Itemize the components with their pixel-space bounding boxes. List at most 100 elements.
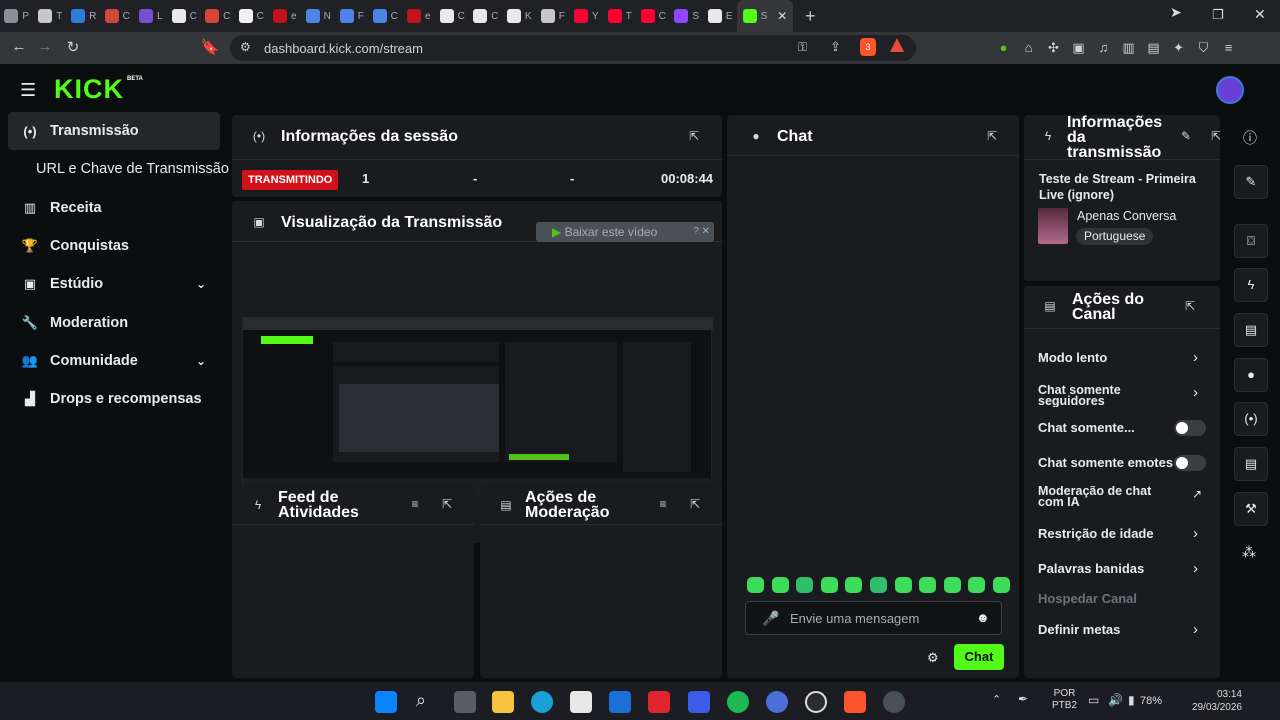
toggle-switch[interactable] [1174, 420, 1206, 436]
clock[interactable]: 03:14 29/03/2026 [1184, 688, 1242, 714]
address-bar[interactable]: ⚙ dashboard.kick.com/stream ⚿ ⇪ 3 [230, 35, 916, 61]
browser-tab[interactable]: C [235, 0, 269, 32]
chat-settings-icon[interactable]: ⚙ [927, 650, 939, 666]
rail-edit-button[interactable]: ✎ [1234, 165, 1268, 199]
emote-icon[interactable] [919, 577, 937, 593]
channel-action-label[interactable]: Chat somente seguidores [1038, 385, 1178, 407]
browser-tab[interactable]: e [402, 0, 436, 32]
chevron-right-icon[interactable]: › [1193, 622, 1203, 637]
extension-home-icon[interactable]: ⌂ [1021, 40, 1036, 55]
edit-pencil-icon[interactable]: ✎ [1178, 128, 1194, 144]
task-view-icon[interactable] [454, 691, 476, 713]
rail-activity-button[interactable]: ϟ [1234, 268, 1268, 302]
sidebar-item[interactable]: ▥ Receita [0, 189, 228, 227]
browser-tab[interactable]: C [369, 0, 403, 32]
filter-icon[interactable]: ≡ [655, 496, 671, 512]
info-icon[interactable]: ⓘ [1243, 128, 1257, 148]
file-explorer-icon[interactable] [492, 691, 514, 713]
share-icon[interactable]: ⇪ [830, 39, 841, 55]
chevron-right-icon[interactable]: › [1193, 561, 1203, 576]
extensions-puzzle-icon[interactable]: ✣ [1046, 40, 1061, 55]
browser-tab[interactable]: Y [570, 0, 604, 32]
menu-icon[interactable]: ≡ [1221, 40, 1236, 55]
browser-tab[interactable]: P [0, 0, 34, 32]
close-window-icon[interactable]: ✕ [1254, 6, 1266, 23]
chevron-down-icon[interactable]: ⌄ [196, 354, 206, 368]
browser-tab[interactable]: e [268, 0, 302, 32]
rail-clip-button[interactable]: ⌼ [1234, 224, 1268, 258]
settings-icon[interactable] [883, 691, 905, 713]
sidebar-item[interactable]: 🏆 Conquistas [0, 227, 228, 265]
rail-tools-button[interactable]: ⚒ [1234, 492, 1268, 526]
chevron-right-icon[interactable]: › [1193, 350, 1203, 365]
chevron-down-icon[interactable]: ⌄ [196, 277, 206, 291]
emote-icon[interactable] [869, 577, 887, 593]
send-chat-button[interactable]: Chat [954, 644, 1004, 670]
app-red-icon[interactable] [648, 691, 670, 713]
brave-icon[interactable] [844, 691, 866, 713]
bookmark-icon[interactable]: 🔖 [197, 38, 223, 56]
sidebar-item[interactable]: ▣ Estúdio ⌄ [0, 265, 228, 303]
browser-tab[interactable]: C [168, 0, 202, 32]
pen-icon[interactable]: ✒ [1018, 692, 1028, 706]
browser-tab[interactable]: R [67, 0, 101, 32]
toggle-switch[interactable] [1174, 455, 1206, 471]
hamburger-menu-icon[interactable]: ☰ [20, 80, 36, 101]
leo-ai-icon[interactable]: ✦ [1171, 40, 1186, 55]
restore-window-icon[interactable]: ❐ [1212, 7, 1224, 23]
active-tab[interactable]: S ✕ [737, 0, 793, 32]
browser-tab[interactable]: F [536, 0, 570, 32]
channel-action-label[interactable]: Modo lento [1038, 350, 1206, 365]
external-link-icon[interactable]: ↗ [1192, 487, 1202, 501]
sidebar-toggle-icon[interactable]: ▥ [1121, 40, 1136, 55]
community-icon[interactable]: ⁂ [1242, 544, 1256, 561]
browser-tab[interactable]: E [704, 0, 738, 32]
emote-icon[interactable] [943, 577, 961, 593]
emoji-picker-icon[interactable]: ☻ [976, 610, 990, 625]
sidebar-item[interactable]: URL e Chave de Transmissão [0, 150, 229, 188]
stream-video-player[interactable] [242, 317, 713, 498]
new-tab-icon[interactable]: + [805, 6, 816, 27]
spotify-icon[interactable] [727, 691, 749, 713]
browser-tab[interactable]: T [34, 0, 68, 32]
microphone-icon[interactable]: 🎤 [762, 610, 779, 627]
screenshot-icon[interactable]: ▣ [1071, 40, 1086, 55]
emote-icon[interactable] [992, 577, 1010, 593]
extension-green-icon[interactable]: ● [996, 40, 1011, 55]
browser-tab[interactable]: L [134, 0, 168, 32]
chevron-right-icon[interactable]: › [1193, 385, 1203, 400]
browser-tab[interactable]: T [603, 0, 637, 32]
reload-icon[interactable]: ↻ [60, 38, 86, 56]
sidebar-item[interactable]: 🔧 Moderation [0, 303, 228, 341]
browser-tab[interactable]: C [436, 0, 470, 32]
rail-moderation-button[interactable]: ▤ [1234, 313, 1268, 347]
rail-broadcast-button[interactable]: (•) [1234, 402, 1268, 436]
input-language[interactable]: POR PTB2 [1052, 688, 1077, 712]
chrome-icon[interactable] [766, 691, 788, 713]
browser-tab[interactable]: K [503, 0, 537, 32]
browser-tab[interactable]: N [302, 0, 336, 32]
app-blue-icon[interactable] [688, 691, 710, 713]
battery-icon[interactable]: ▮ [1128, 693, 1135, 707]
browser-tab[interactable]: F [335, 0, 369, 32]
rail-chat-button[interactable]: ● [1234, 358, 1268, 392]
site-settings-icon[interactable]: ⚙ [240, 40, 251, 54]
sidebar-item[interactable]: ▟ Drops e recompensas [0, 380, 228, 418]
browser-tab[interactable]: C [469, 0, 503, 32]
channel-action-label[interactable]: Definir metas [1038, 622, 1206, 637]
browser-tab[interactable]: S [670, 0, 704, 32]
sidebar-item[interactable]: (•) Transmissão [8, 112, 220, 151]
forward-icon[interactable]: → [32, 38, 58, 55]
channel-action-label[interactable]: Palavras banidas [1038, 561, 1206, 576]
tray-chevron-icon[interactable]: ⌃ [992, 693, 1001, 706]
popout-icon[interactable]: ⇱ [1182, 298, 1198, 314]
kick-logo[interactable]: KICK [54, 76, 124, 103]
channel-action-label[interactable]: Restrição de idade [1038, 526, 1206, 541]
vpn-icon[interactable]: ⛉ [1196, 40, 1211, 55]
emote-icon[interactable] [894, 577, 912, 593]
store-icon[interactable] [570, 691, 592, 713]
windows-start-icon[interactable] [375, 691, 397, 713]
password-key-icon[interactable]: ⚿ [798, 40, 807, 55]
filter-icon[interactable]: ≡ [407, 496, 423, 512]
download-video-overlay[interactable]: ▶ Baixar este vídeo ? ✕ [536, 222, 714, 242]
